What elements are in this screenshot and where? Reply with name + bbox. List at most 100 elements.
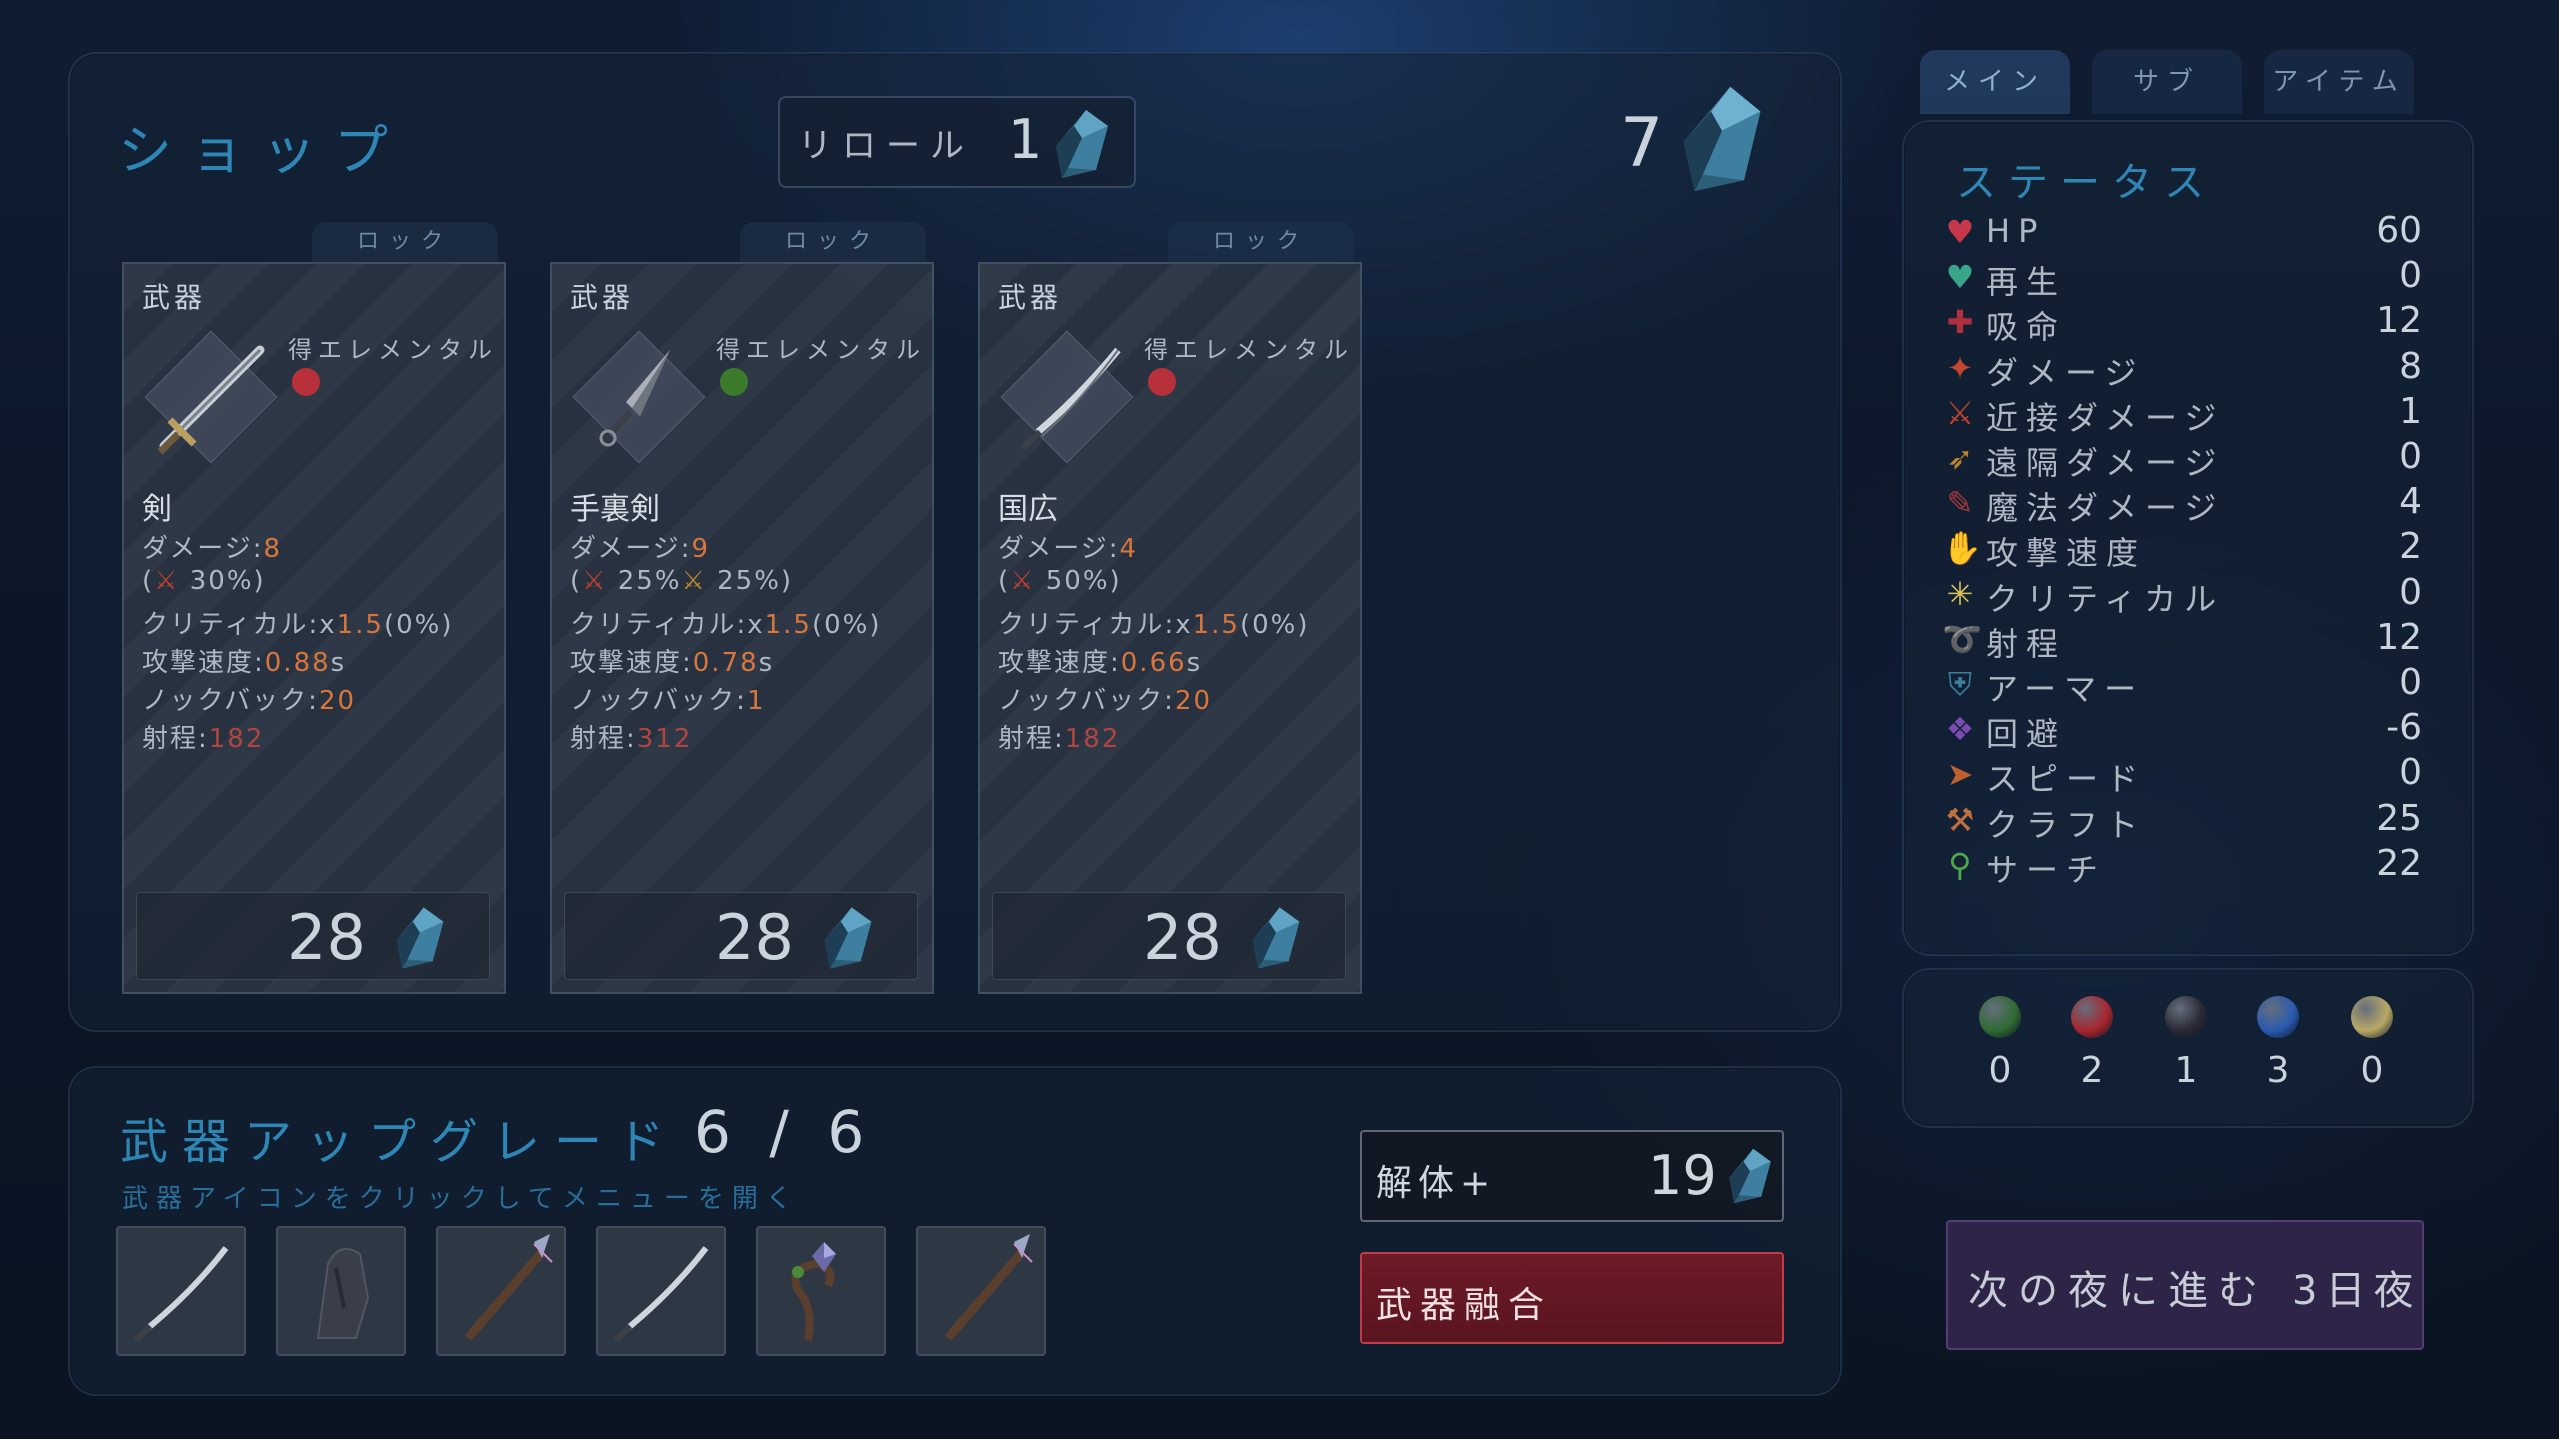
melee-damage-icon: ⚔ <box>582 566 608 596</box>
element-count: 2 <box>2080 1050 2104 1091</box>
dark-element-icon <box>2165 996 2207 1038</box>
dismantle-label: 解体+ <box>1376 1163 1497 1204</box>
element-orb-icon <box>720 368 748 396</box>
range-stat: 射程:182 <box>998 724 1121 754</box>
damage-scaling-stat: (⚔ 25%⚔ 25%) <box>570 566 794 596</box>
range-stat: 射程:312 <box>570 724 693 754</box>
tab-sub[interactable]: サブ <box>2092 50 2242 114</box>
shop-title: ショップ <box>118 119 406 182</box>
attack-speed-stat: 攻撃速度:0.88s <box>142 648 347 678</box>
buy-button[interactable]: 28 <box>564 892 918 980</box>
element-orb-icon <box>292 368 320 396</box>
status-label: クリティカル <box>1986 579 2225 618</box>
water-element-icon <box>2257 996 2299 1038</box>
status-row-heart: ♥ HP 60 <box>1942 210 2422 254</box>
reroll-button[interactable]: リロール 1 <box>778 96 1136 188</box>
status-row-regen-heart: ♥ 再生 0 <box>1942 255 2422 301</box>
status-value: 1 <box>2399 390 2422 432</box>
weapon-fusion-label: 武器融合 <box>1376 1285 1553 1326</box>
status-label: 回避 <box>1986 715 2067 754</box>
lock-button[interactable]: ロック <box>740 222 926 262</box>
status-label: 再生 <box>1986 263 2067 302</box>
crystal-icon <box>393 905 447 971</box>
critical-stat: クリティカル:x1.5(0%) <box>142 610 454 640</box>
status-label: 近接ダメージ <box>1986 398 2225 437</box>
weapon-slot[interactable] <box>436 1226 566 1356</box>
buy-button[interactable]: 28 <box>992 892 1346 980</box>
weapon-slot[interactable] <box>276 1226 406 1356</box>
money-count: 7 <box>1620 104 1664 183</box>
shop-item-card[interactable]: 武器 得エレメンタル 国広 ダメージ:4 (⚔ 50%) クリティカル:x1.5… <box>978 262 1362 994</box>
item-category: 武器 <box>570 281 635 314</box>
status-label: クラフト <box>1986 805 2147 844</box>
status-row-critical: ✳ クリティカル 0 <box>1942 572 2422 618</box>
next-night-button[interactable]: 次の夜に進む 3日夜 <box>1946 1220 2424 1350</box>
status-row-lifesteal: ✚ 吸命 12 <box>1942 300 2422 346</box>
element-counter: 1 <box>2156 996 2216 1091</box>
range-icon: ➰ <box>1942 619 1982 658</box>
nature-element-icon <box>1979 996 2021 1038</box>
search-icon: ⚲ <box>1948 845 1972 884</box>
element-counter: 0 <box>2342 996 2402 1091</box>
melee-damage-icon: ⚔ <box>154 566 180 596</box>
sword-icon <box>142 328 278 464</box>
weapon-name: 国広 <box>998 492 1058 527</box>
shuriken-dagger-icon <box>570 328 706 464</box>
status-row-search: ⚲ サーチ 22 <box>1942 843 2422 889</box>
status-row-ranged-damage: ➶ 遠隔ダメージ 0 <box>1942 436 2422 482</box>
status-value: 0 <box>2399 436 2422 477</box>
regen-heart-icon: ♥ <box>1945 258 1975 297</box>
weapon-slot[interactable] <box>116 1226 246 1356</box>
status-value: 12 <box>2376 300 2422 342</box>
element-label: 得エレメンタル <box>716 336 926 364</box>
weapon-slot[interactable] <box>756 1226 886 1356</box>
shop-item-card[interactable]: 武器 得エレメンタル 剣 ダメージ:8 (⚔ 30%) クリティカル:x1.5(… <box>122 262 506 994</box>
weapon-slot[interactable] <box>916 1226 1046 1356</box>
crystal-icon <box>1052 108 1112 180</box>
weapon-slot[interactable] <box>596 1226 726 1356</box>
shop-item-card[interactable]: 武器 得エレメンタル 手裏剣 ダメージ:9 (⚔ 25%⚔ 25%) クリティカ… <box>550 262 934 994</box>
element-count: 0 <box>1988 1050 2012 1091</box>
element-count: 3 <box>2266 1050 2290 1091</box>
weapon-upgrade-hint: 武器アイコンをクリックしてメニューを開く <box>122 1184 800 1214</box>
weapon-upgrade-title: 武器アップグレード <box>120 1114 679 1170</box>
critical-stat: クリティカル:x1.5(0%) <box>998 610 1310 640</box>
status-row-attack-speed: ✋ 攻撃速度 2 <box>1942 526 2422 572</box>
knockback-stat: ノックバック:20 <box>998 686 1213 716</box>
status-row-melee-damage: ⚔ 近接ダメージ 1 <box>1942 390 2422 437</box>
earth-element-icon <box>2351 996 2393 1038</box>
fire-element-icon <box>2071 996 2113 1038</box>
knockback-stat: ノックバック:20 <box>142 686 357 716</box>
status-row-magic-damage: ✎ 魔法ダメージ 4 <box>1942 481 2422 527</box>
next-night-label: 次の夜に進む <box>1968 1268 2268 1314</box>
night-day-label: 3日夜 <box>2292 1268 2422 1314</box>
buy-button[interactable]: 28 <box>136 892 490 980</box>
dismantle-button[interactable]: 解体+ 19 <box>1360 1130 1784 1222</box>
status-value: 60 <box>2376 210 2422 251</box>
attack-speed-icon: ✋ <box>1942 529 1982 568</box>
status-label: サーチ <box>1986 850 2107 889</box>
element-counter: 0 <box>1970 996 2030 1091</box>
damage-stat: ダメージ:9 <box>570 534 711 564</box>
reroll-cost: 1 <box>1008 108 1043 171</box>
item-price: 28 <box>1143 901 1222 974</box>
dodge-icon: ❖ <box>1945 710 1975 749</box>
crystal-icon <box>1249 905 1303 971</box>
status-value: 0 <box>2399 662 2422 703</box>
lock-button[interactable]: ロック <box>1168 222 1354 262</box>
weapon-upgrade-count: 6 / 6 <box>694 1098 875 1166</box>
item-price: 28 <box>287 901 366 974</box>
weapon-name: 剣 <box>142 492 172 527</box>
element-label: 得エレメンタル <box>288 336 498 364</box>
status-value: -6 <box>2386 707 2422 749</box>
reroll-label: リロール <box>798 126 974 166</box>
weapon-fusion-button[interactable]: 武器融合 <box>1360 1252 1784 1344</box>
tab-main[interactable]: メイン <box>1920 50 2070 114</box>
damage-stat: ダメージ:4 <box>998 534 1139 564</box>
tab-item[interactable]: アイテム <box>2264 50 2414 114</box>
status-row-dodge: ❖ 回避 -6 <box>1942 707 2422 753</box>
dismantle-value: 19 <box>1648 1144 1717 1207</box>
kunihiro-katana-icon <box>998 328 1134 464</box>
lock-button[interactable]: ロック <box>312 222 498 262</box>
heart-icon: ♥ <box>1945 213 1975 251</box>
